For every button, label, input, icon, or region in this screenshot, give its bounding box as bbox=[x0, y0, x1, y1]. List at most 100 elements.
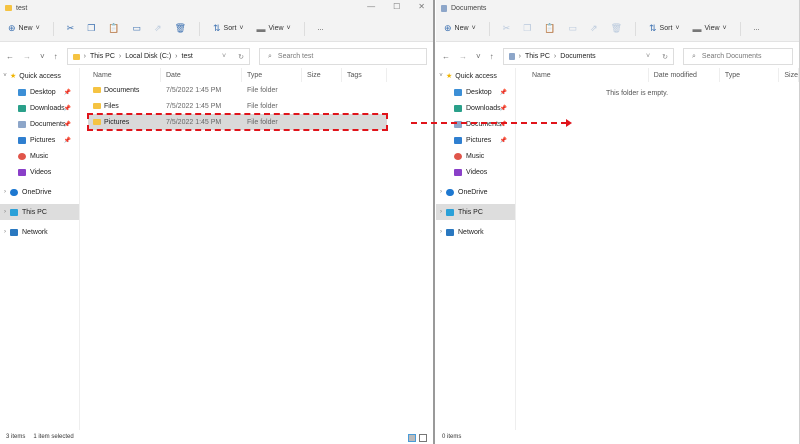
file-date: 7/5/2022 1:45 PM bbox=[166, 86, 222, 94]
rename-icon: ▭ bbox=[132, 23, 142, 33]
sidebar-item-documents[interactable]: Documents 📌 bbox=[436, 116, 515, 132]
up-button[interactable]: ↑ bbox=[54, 52, 58, 61]
column-header-date[interactable]: Date bbox=[161, 68, 242, 82]
rename-button[interactable]: ▭ bbox=[133, 23, 142, 34]
delete-button[interactable]: 🗑 bbox=[611, 23, 622, 34]
refresh-icon[interactable]: ↻ bbox=[238, 53, 244, 61]
breadcrumb-local-disk[interactable]: Local Disk (C:) bbox=[125, 53, 171, 60]
maximize-button[interactable]: ☐ bbox=[393, 2, 400, 11]
file-name: Documents bbox=[104, 86, 140, 94]
trash-icon: 🗑 bbox=[610, 23, 622, 33]
cut-button[interactable]: ✂ bbox=[503, 23, 511, 34]
recent-dropdown[interactable]: ˅ bbox=[40, 52, 45, 61]
command-bar: ⊕ New ˅ ✂ ❐ 📋 ▭ ⇗ 🗑 ⇅ Sort ˅ ▬ View ˅ ... bbox=[0, 16, 433, 42]
videos-icon bbox=[18, 168, 26, 176]
forward-button[interactable]: → bbox=[459, 52, 467, 61]
view-button[interactable]: ▬ View ˅ bbox=[256, 24, 290, 34]
file-name: Pictures bbox=[104, 118, 130, 126]
column-header-date-modified[interactable]: Date modified bbox=[649, 68, 720, 82]
more-button[interactable]: ... bbox=[318, 25, 324, 32]
scissors-icon: ✂ bbox=[502, 23, 511, 33]
sidebar-item-this-pc[interactable]: › This PC bbox=[0, 204, 79, 220]
new-button[interactable]: ⊕ New ˅ bbox=[8, 23, 40, 34]
column-header-type[interactable]: Type bbox=[720, 68, 780, 82]
label: Network bbox=[22, 228, 48, 236]
sidebar-item-onedrive[interactable]: › OneDrive bbox=[0, 184, 79, 200]
pin-icon: 📌 bbox=[499, 89, 507, 96]
view-button[interactable]: ▬ View ˅ bbox=[692, 24, 726, 34]
more-button[interactable]: ... bbox=[754, 25, 760, 32]
column-header-tags[interactable]: Tags bbox=[342, 68, 387, 82]
paste-icon: 📋 bbox=[108, 23, 120, 33]
sidebar-item-music[interactable]: Music bbox=[0, 148, 79, 164]
column-header-size[interactable]: Size bbox=[779, 68, 799, 82]
search-input[interactable]: ⌕ Search test bbox=[259, 48, 427, 65]
file-type: File folder bbox=[247, 118, 278, 126]
delete-button[interactable]: 🗑 bbox=[175, 23, 186, 34]
paste-button[interactable]: 📋 bbox=[544, 23, 555, 34]
sidebar-item-pictures[interactable]: Pictures 📌 bbox=[436, 132, 515, 148]
copy-button[interactable]: ❐ bbox=[87, 23, 95, 34]
chevron-down-icon[interactable]: ˅ bbox=[646, 53, 650, 61]
sidebar-item-downloads[interactable]: Downloads 📌 bbox=[436, 100, 515, 116]
sidebar-item-desktop[interactable]: Desktop 📌 bbox=[436, 84, 515, 100]
share-button[interactable]: ⇗ bbox=[590, 23, 598, 34]
sidebar-item-music[interactable]: Music bbox=[436, 148, 515, 164]
column-header-type[interactable]: Type bbox=[242, 68, 302, 82]
sidebar-item-onedrive[interactable]: › OneDrive bbox=[436, 184, 515, 200]
status-bar: 0 items bbox=[436, 430, 799, 444]
sort-button[interactable]: ⇅ Sort ˅ bbox=[213, 23, 243, 34]
star-icon: ★ bbox=[446, 73, 453, 80]
copy-icon: ❐ bbox=[87, 23, 96, 33]
sidebar-item-videos[interactable]: Videos bbox=[0, 164, 79, 180]
sidebar-item-desktop[interactable]: Desktop 📌 bbox=[0, 84, 79, 100]
close-button[interactable]: ✕ bbox=[418, 2, 425, 11]
copy-button[interactable]: ❐ bbox=[523, 23, 531, 34]
cut-button[interactable]: ✂ bbox=[67, 23, 75, 34]
chevron-down-icon[interactable]: ˅ bbox=[222, 53, 226, 61]
sort-button[interactable]: ⇅ Sort ˅ bbox=[649, 23, 679, 34]
tiles-view-button[interactable] bbox=[419, 434, 427, 442]
sidebar-item-this-pc[interactable]: › This PC bbox=[436, 204, 515, 220]
column-header-size[interactable]: Size bbox=[302, 68, 342, 82]
breadcrumb-test[interactable]: test bbox=[182, 53, 193, 60]
sidebar-item-documents[interactable]: Documents 📌 bbox=[0, 116, 79, 132]
breadcrumb-this-pc[interactable]: This PC bbox=[90, 53, 115, 60]
search-input[interactable]: ⌕ Search Documents bbox=[683, 48, 793, 65]
label: Quick access bbox=[19, 72, 61, 80]
file-row-files[interactable]: Files 7/5/2022 1:45 PM File folder bbox=[88, 98, 433, 114]
column-header-name[interactable]: Name bbox=[88, 68, 161, 82]
breadcrumb-this-pc[interactable]: This PC bbox=[525, 53, 550, 60]
recent-dropdown[interactable]: ˅ bbox=[476, 52, 481, 61]
breadcrumb-documents[interactable]: Documents bbox=[560, 53, 595, 60]
music-icon bbox=[18, 152, 26, 160]
pin-icon: 📌 bbox=[63, 105, 71, 112]
column-header-name[interactable]: Name bbox=[527, 68, 649, 82]
share-icon: ⇗ bbox=[590, 23, 598, 33]
documents-icon bbox=[441, 4, 447, 12]
sidebar-item-pictures[interactable]: Pictures 📌 bbox=[0, 132, 79, 148]
address-bar[interactable]: › This PC › Local Disk (C:) › test ˅ ↻ bbox=[66, 48, 250, 65]
share-button[interactable]: ⇗ bbox=[154, 23, 162, 34]
sidebar-item-quick-access[interactable]: ˅ ★ Quick access bbox=[436, 68, 515, 84]
file-row-documents[interactable]: Documents 7/5/2022 1:45 PM File folder bbox=[88, 82, 433, 98]
label: Downloads bbox=[466, 104, 501, 112]
forward-button[interactable]: → bbox=[23, 52, 31, 61]
rename-button[interactable]: ▭ bbox=[569, 23, 578, 34]
sidebar-item-videos[interactable]: Videos bbox=[436, 164, 515, 180]
new-button[interactable]: ⊕ New ˅ bbox=[444, 23, 476, 34]
back-button[interactable]: ← bbox=[442, 52, 450, 61]
file-date: 7/5/2022 1:45 PM bbox=[166, 118, 222, 126]
file-row-pictures[interactable]: Pictures 7/5/2022 1:45 PM File folder bbox=[87, 113, 388, 131]
up-button[interactable]: ↑ bbox=[490, 52, 494, 61]
sidebar-item-quick-access[interactable]: ˅ ★ Quick access bbox=[0, 68, 79, 84]
sidebar-item-downloads[interactable]: Downloads 📌 bbox=[0, 100, 79, 116]
back-button[interactable]: ← bbox=[6, 52, 14, 61]
address-bar[interactable]: › This PC › Documents ˅ ↻ bbox=[502, 48, 674, 65]
details-view-button[interactable] bbox=[408, 434, 416, 442]
sidebar-item-network[interactable]: › Network bbox=[436, 224, 515, 240]
paste-button[interactable]: 📋 bbox=[108, 23, 119, 34]
minimize-button[interactable]: — bbox=[367, 2, 375, 11]
sidebar-item-network[interactable]: › Network bbox=[0, 224, 79, 240]
refresh-icon[interactable]: ↻ bbox=[662, 53, 668, 61]
